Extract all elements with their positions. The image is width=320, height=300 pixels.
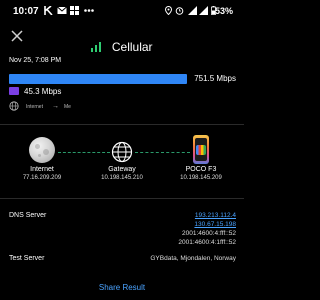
dots-icon <box>84 9 94 12</box>
node-name-internet: Internet <box>30 166 54 173</box>
test-server-value: GYBdata, Mjondalen, Norway <box>150 255 236 262</box>
node-ip-device: 10.198.145.209 <box>180 175 222 181</box>
legend-to: Me <box>64 104 71 110</box>
node-name-device: POCO F3 <box>185 166 217 173</box>
k-app-icon <box>44 6 53 15</box>
download-speed: 751.5 Mbps <box>194 74 236 83</box>
signal-icon <box>188 6 197 15</box>
arrow-right-icon: → <box>52 103 59 110</box>
internet-moon-icon <box>29 137 55 163</box>
upload-speed: 45.3 Mbps <box>24 87 62 96</box>
test-server-label: Test Server <box>9 255 45 262</box>
signal-2-icon <box>199 6 208 15</box>
divider <box>0 124 244 125</box>
dns-server-label: DNS Server <box>9 212 47 219</box>
node-name-gateway: Gateway <box>108 166 136 173</box>
page-title: Cellular <box>0 38 244 54</box>
cellular-signal-icon <box>91 41 102 52</box>
dns-server-3: 2001:4600:4:fff::52 <box>182 230 236 237</box>
share-result-button[interactable]: Share Result <box>0 283 244 292</box>
alarm-icon <box>175 7 184 15</box>
divider <box>0 198 244 199</box>
gateway-globe-icon <box>111 141 133 163</box>
title-text: Cellular <box>111 39 153 54</box>
dns-server-1[interactable]: 193.213.112.4 <box>195 212 236 219</box>
download-bar <box>9 74 187 84</box>
upload-bar <box>9 87 19 95</box>
node-ip-internet: 77.16.209.209 <box>22 175 62 181</box>
windows-icon <box>70 6 79 15</box>
status-time: 10:07 <box>13 6 39 17</box>
node-ip-gateway: 10.198.145.210 <box>101 175 143 181</box>
mail-icon <box>57 6 67 14</box>
dns-server-4: 2001:4600:4:1fff::52 <box>178 239 236 246</box>
route-line <box>135 152 190 153</box>
legend-from: Internet <box>26 104 43 110</box>
location-icon <box>165 6 172 15</box>
status-bar: 10:07 53% <box>0 0 244 22</box>
route-line <box>58 152 110 153</box>
device-phone-icon <box>193 135 209 164</box>
battery-percent: 53% <box>215 6 234 16</box>
dns-server-2[interactable]: 130.67.15.198 <box>194 221 236 228</box>
result-date: Nov 25, 7:08 PM <box>9 57 62 64</box>
globe-small-icon <box>9 101 19 111</box>
